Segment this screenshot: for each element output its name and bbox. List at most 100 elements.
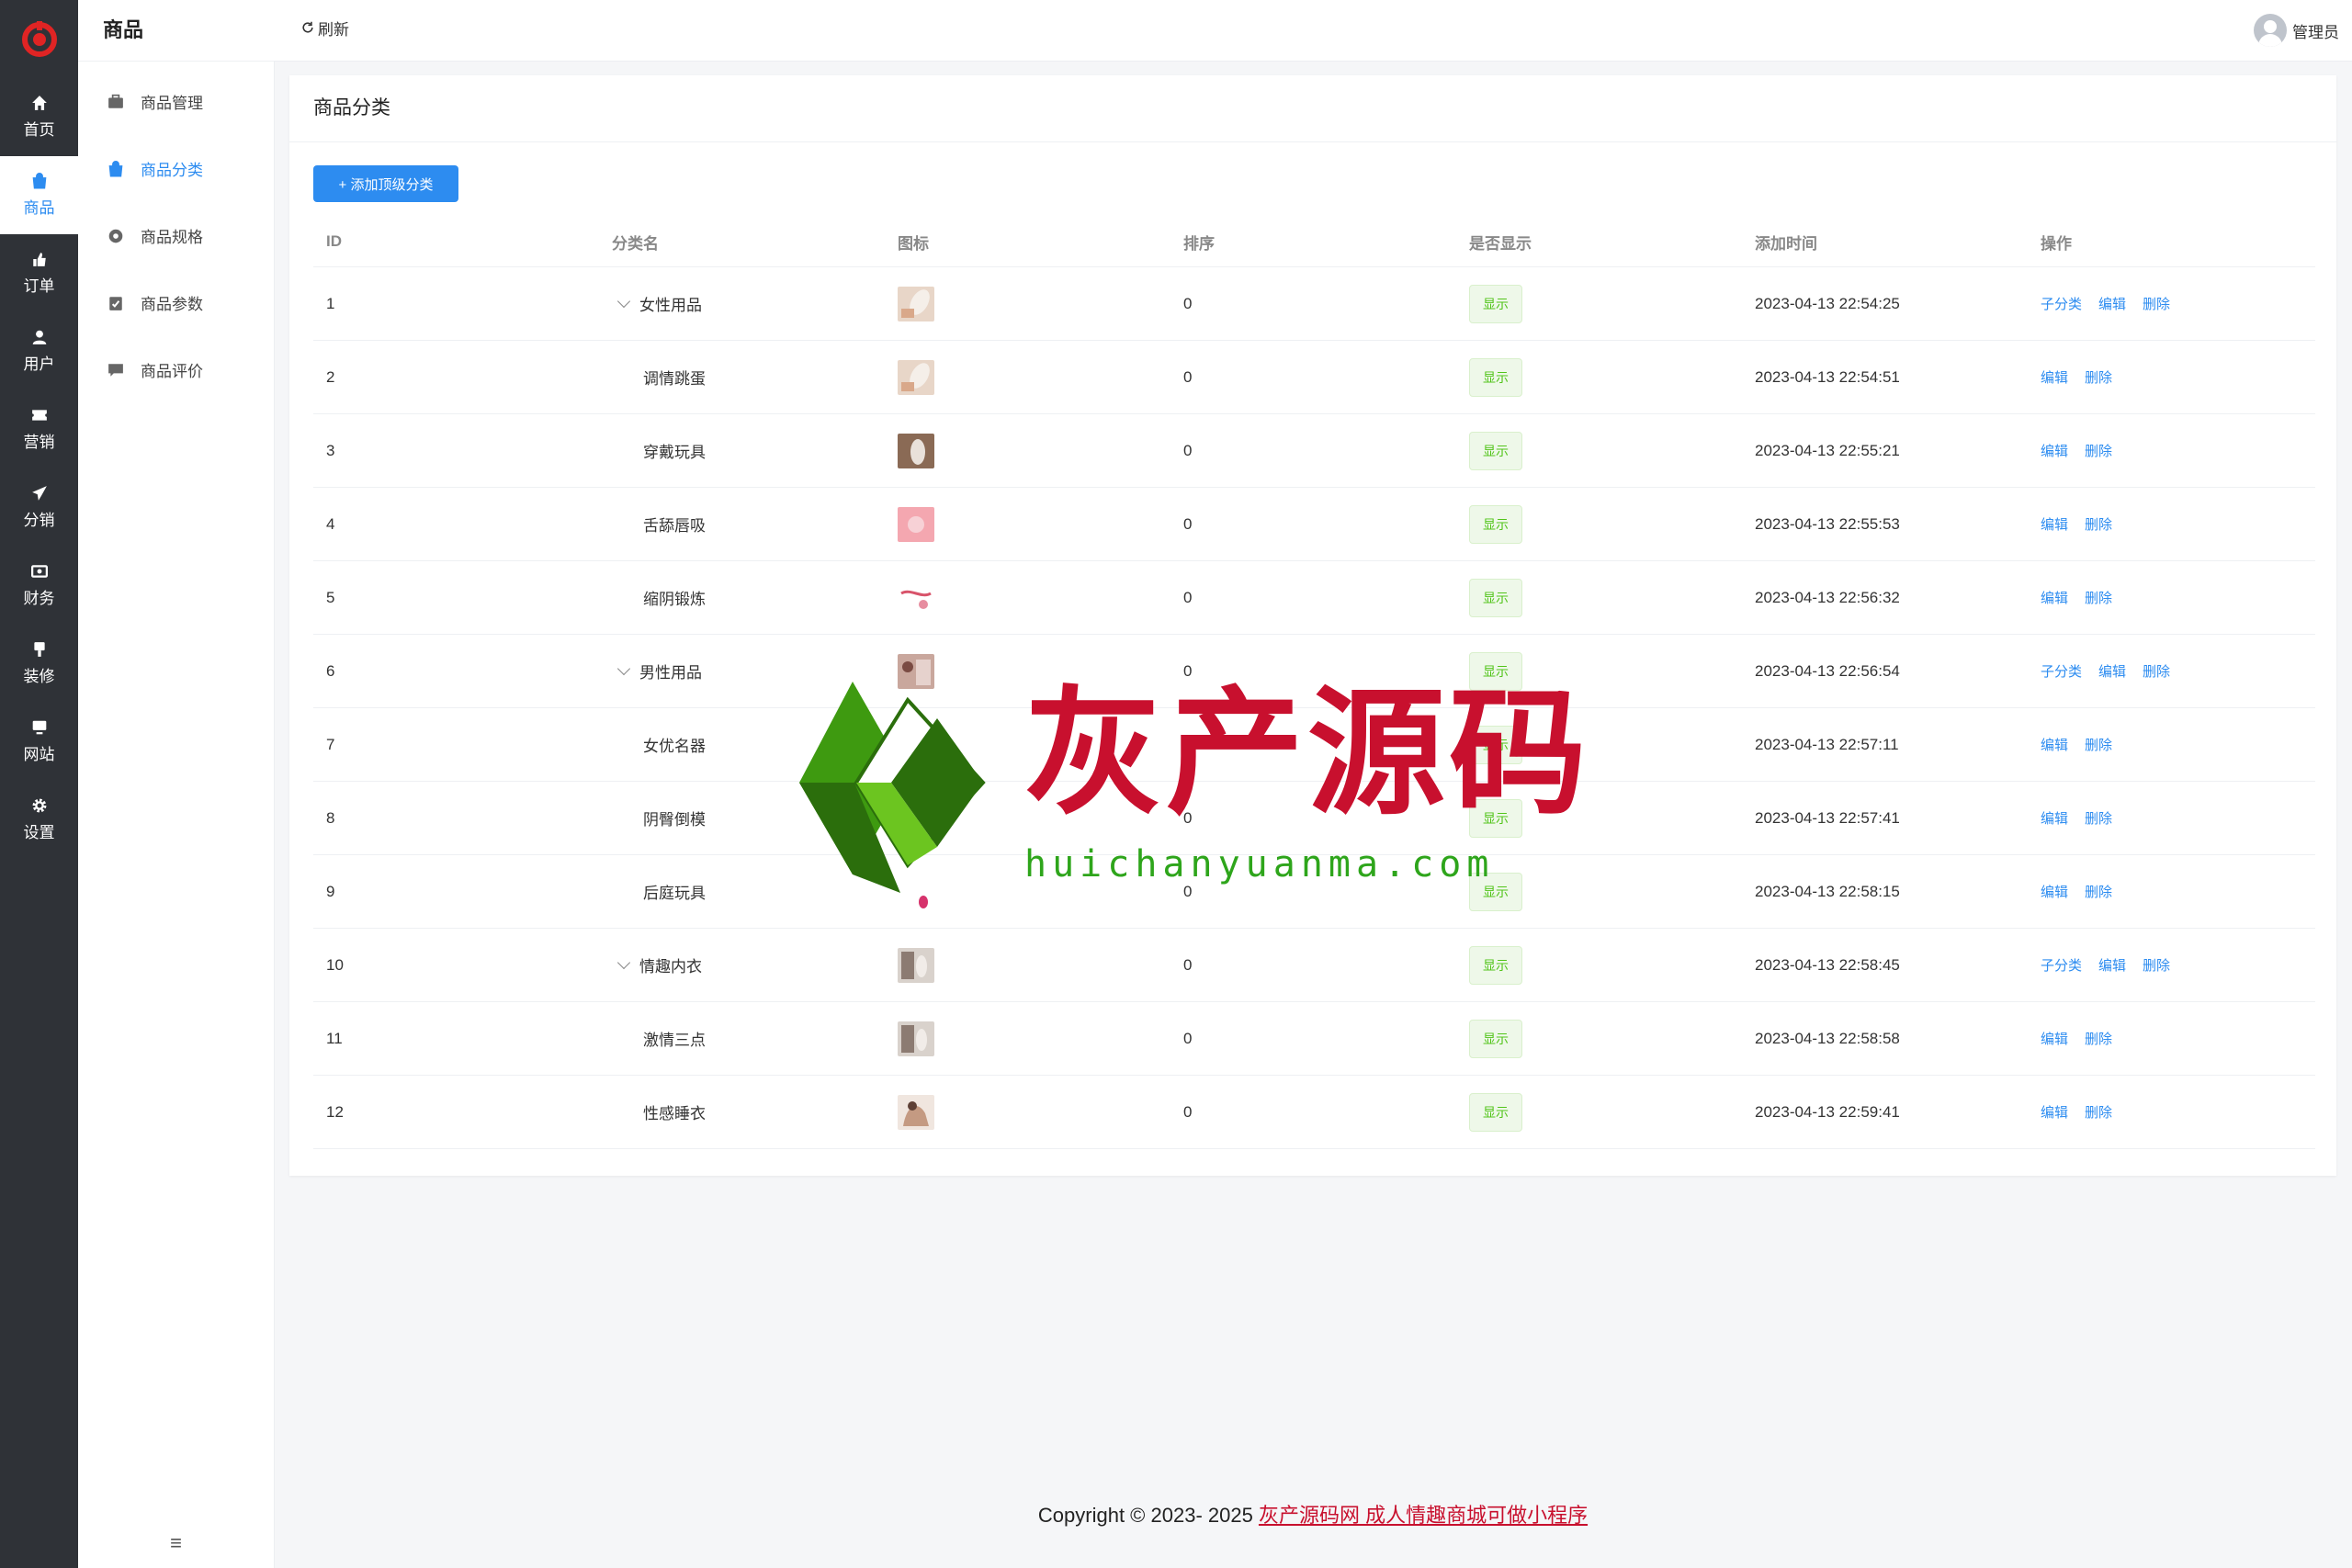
header-icon: 图标	[898, 234, 929, 253]
edit-button[interactable]: 编辑	[2098, 297, 2126, 312]
cell-time: 2023-04-13 22:57:41	[1755, 808, 1900, 827]
cell-icon	[885, 947, 1170, 983]
collapse-menu-icon[interactable]: ≡	[78, 1531, 274, 1555]
nav-home[interactable]: 首页	[0, 78, 78, 156]
nav-marketing[interactable]: 营销	[0, 390, 78, 468]
edit-button[interactable]: 编辑	[2041, 811, 2068, 827]
category-thumbnail[interactable]	[898, 286, 934, 321]
edit-button[interactable]: 编辑	[2041, 1032, 2068, 1047]
refresh-icon	[302, 21, 313, 33]
cell-id: 11	[326, 1029, 343, 1047]
cell-show: 显示	[1456, 578, 1742, 617]
delete-button[interactable]: 删除	[2085, 885, 2112, 900]
delete-button[interactable]: 删除	[2085, 738, 2112, 753]
edit-button[interactable]: 编辑	[2098, 958, 2126, 974]
monitor-icon	[32, 720, 46, 735]
delete-button[interactable]: 删除	[2143, 664, 2170, 680]
edit-button[interactable]: 编辑	[2041, 517, 2068, 533]
footer: Copyright © 2023- 2025 灰产源码网 成人情趣商城可做小程序	[0, 1499, 2352, 1529]
nav-distribution[interactable]: 分销	[0, 468, 78, 547]
cell-time: 2023-04-13 22:58:15	[1755, 882, 1900, 900]
nav-decoration[interactable]: 装修	[0, 625, 78, 703]
nav-settings[interactable]: 设置	[0, 781, 78, 859]
delete-button[interactable]: 删除	[2085, 591, 2112, 606]
cell-time: 2023-04-13 22:54:25	[1755, 294, 1900, 312]
footer-copyright: Copyright © 2023- 2025	[1037, 1504, 1253, 1527]
delete-button[interactable]: 删除	[2085, 517, 2112, 533]
home-icon	[31, 96, 47, 110]
nav-users[interactable]: 用户	[0, 312, 78, 390]
delete-button[interactable]: 删除	[2085, 1032, 2112, 1047]
spec-icon	[108, 229, 123, 243]
subnav-goods-params[interactable]: 商品参数	[78, 269, 274, 336]
status-badge: 显示	[1469, 504, 1522, 544]
cell-id: 7	[326, 735, 335, 753]
category-thumbnail[interactable]	[898, 359, 934, 395]
top-bar: 刷新 管理员	[274, 0, 2352, 62]
expand-chevron-icon[interactable]	[616, 955, 631, 969]
subnav-goods-manage[interactable]: 商品管理	[78, 68, 274, 135]
add-child-button[interactable]: 子分类	[2041, 664, 2082, 680]
edit-button[interactable]: 编辑	[2041, 738, 2068, 753]
cell-id: 1	[326, 294, 335, 312]
add-child-button[interactable]: 子分类	[2041, 297, 2082, 312]
cell-sort: 0	[1183, 367, 1193, 386]
delete-button[interactable]: 删除	[2143, 297, 2170, 312]
subnav-goods-category[interactable]: 商品分类	[78, 135, 274, 202]
category-name: 男性用品	[639, 664, 702, 682]
status-badge: 显示	[1469, 431, 1522, 470]
delete-button[interactable]: 删除	[2085, 811, 2112, 827]
nav-website[interactable]: 网站	[0, 703, 78, 781]
cell-name: 舌舔唇吸	[643, 517, 706, 535]
nav-finance-label: 财务	[23, 590, 55, 607]
refresh-button[interactable]: 刷新	[301, 0, 349, 55]
add-child-button[interactable]: 子分类	[2041, 958, 2082, 974]
expand-chevron-icon[interactable]	[616, 294, 631, 308]
nav-decoration-label: 装修	[23, 668, 55, 685]
category-thumbnail[interactable]	[898, 433, 934, 468]
cell-sort: 0	[1183, 588, 1193, 606]
category-thumbnail[interactable]	[898, 1021, 934, 1056]
cell-show: 显示	[1456, 1092, 1742, 1132]
comment-icon	[108, 363, 123, 377]
delete-button[interactable]: 删除	[2085, 444, 2112, 459]
category-thumbnail[interactable]	[898, 506, 934, 542]
add-top-category-button[interactable]: + 添加顶级分类	[313, 165, 458, 202]
table-row: 3 穿戴玩具 0 显示 2023-04-13 22:55:21 编辑 删除	[313, 414, 2315, 488]
nav-goods[interactable]: 商品	[0, 156, 78, 234]
edit-button[interactable]: 编辑	[2098, 664, 2126, 680]
category-thumbnail[interactable]	[898, 580, 934, 615]
watermark-title: 灰产源码	[1024, 672, 1591, 834]
nav-website-label: 网站	[23, 746, 55, 763]
footer-link[interactable]: 灰产源码网 成人情趣商城可做小程序	[1259, 1504, 1588, 1527]
edit-button[interactable]: 编辑	[2041, 370, 2068, 386]
nav-finance[interactable]: 财务	[0, 547, 78, 625]
cell-icon	[885, 359, 1170, 395]
edit-button[interactable]: 编辑	[2041, 1105, 2068, 1121]
cell-name: 调情跳蛋	[643, 370, 706, 388]
subnav-goods-spec[interactable]: 商品规格	[78, 202, 274, 269]
expand-chevron-icon[interactable]	[616, 661, 631, 675]
table-row: 10 情趣内衣 0 显示 2023-04-13 22:58:45 子分类 编辑 删除	[313, 929, 2315, 1002]
edit-button[interactable]: 编辑	[2041, 444, 2068, 459]
cell-id: 5	[326, 588, 335, 606]
category-name: 女性用品	[639, 297, 702, 315]
delete-button[interactable]: 删除	[2085, 1105, 2112, 1121]
delete-button[interactable]: 删除	[2085, 370, 2112, 386]
edit-button[interactable]: 编辑	[2041, 591, 2068, 606]
cell-time: 2023-04-13 22:56:32	[1755, 588, 1900, 606]
delete-button[interactable]: 删除	[2143, 958, 2170, 974]
header-id: ID	[326, 232, 342, 250]
subnav-goods-review[interactable]: 商品评价	[78, 336, 274, 403]
category-thumbnail[interactable]	[898, 947, 934, 983]
edit-button[interactable]: 编辑	[2041, 885, 2068, 900]
money-icon	[30, 565, 48, 578]
category-thumbnail[interactable]	[898, 1094, 934, 1130]
cell-ops: 编辑 删除	[2028, 808, 2315, 828]
app-logo[interactable]	[0, 0, 78, 78]
user-menu[interactable]: 管理员	[2254, 0, 2339, 61]
cell-ops: 编辑 删除	[2028, 1029, 2315, 1048]
nav-orders[interactable]: 订单	[0, 234, 78, 312]
status-badge: 显示	[1469, 284, 1522, 323]
nav-marketing-label: 营销	[23, 434, 55, 451]
